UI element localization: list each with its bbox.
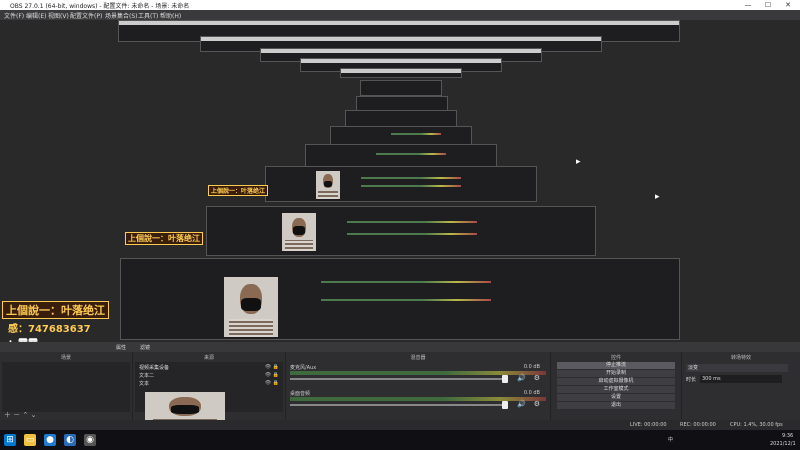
file-explorer-icon[interactable]: ▭ [24,434,36,446]
nested-webcam-13 [224,277,278,337]
speaker-icon[interactable]: 🔊 [517,374,526,382]
maximize-button[interactable]: ☐ [758,0,778,10]
input-language[interactable]: 中 [668,436,673,443]
menu-view[interactable]: 视图(V) [48,11,69,20]
settings-button[interactable]: 设置 [557,394,675,401]
rec-status: REC: 00:00:00 [680,422,716,428]
gear-icon[interactable]: ⚙ [534,400,540,408]
mixer-channel-desktop: 桌面音频 0.0 dB 🔊 ⚙ [290,390,546,416]
controls-title: 控件 [610,355,621,361]
channel-db: 0.0 dB [523,390,540,396]
stop-streaming-button[interactable]: 停止推流 [557,362,675,369]
transitions-dock: 转场特效 淡变 时长 300 ms [682,352,800,420]
move-down-icon[interactable]: ⌄ [31,411,37,419]
menu-help[interactable]: 帮助(H) [160,11,181,20]
mouse-cursor-2: ▸ [655,192,660,202]
speaker-icon[interactable]: 🔊 [517,400,526,408]
nested-window-5 [340,68,462,78]
channel-db: 0.0 dB [523,364,540,370]
source-visibility-icons[interactable]: 👁 🔒 [265,372,279,378]
live-status: LIVE: 00:00:00 [630,422,667,428]
channel-name: 麦克风/Aux [290,365,317,371]
nested-window-10 [305,144,497,168]
source-visibility-icons[interactable]: 👁 🔒 [265,364,279,370]
nested-window-12 [206,206,596,256]
obs-icon[interactable]: ◉ [84,434,96,446]
source-item-text[interactable]: 文本 [139,380,149,387]
mixer-channel-mic: 麦克风/Aux 0.0 dB 🔊 ⚙ [290,364,546,390]
overlay-line-1: 感：747683637 [8,324,91,335]
mixer-dock: 混音器 麦克风/Aux 0.0 dB 🔊 ⚙ 桌面音频 0.0 dB 🔊 ⚙ [286,352,551,420]
duration-input[interactable]: 300 ms [700,375,782,383]
volume-slider-handle[interactable] [502,375,508,383]
add-scene-icon[interactable]: ＋ [4,411,11,419]
transition-select[interactable]: 淡变 [686,364,788,372]
overlay-badge-small: 上個說一：叶落绝江 [208,185,269,196]
start-recording-button[interactable]: 开始录制 [557,370,675,377]
mixer-title: 混音器 [410,355,426,361]
duration-label: 时长 [686,377,697,383]
clock-date[interactable]: 2021/12/1 [770,441,796,447]
scenes-list[interactable] [2,362,130,412]
studio-mode-button[interactable]: 工作室模式 [557,386,675,393]
gear-icon[interactable]: ⚙ [534,374,540,382]
remove-scene-icon[interactable]: － [13,411,20,419]
preview-canvas[interactable]: 上個說一：叶落绝江 上個說一：叶落绝江 上個說一：叶落绝江 感：74768363… [0,20,800,353]
window-titlebar: OBS 27.0.1 (64-bit, windows) - 配置文件: 未命名… [0,0,800,10]
transitions-title: 转场特效 [730,355,751,361]
nested-window-9 [330,126,472,146]
menu-bar: 文件(F) 编辑(E) 视图(V) 配置文件(P) 场景集合(S) 工具(T) … [0,10,800,20]
volume-slider[interactable] [290,378,508,380]
app-icon[interactable]: ◐ [64,434,76,446]
status-bar: LIVE: 00:00:00 REC: 00:00:00 CPU: 1.4%, … [0,420,800,430]
nested-window-13 [120,258,680,340]
nested-webcam-11 [316,171,340,199]
sources-dock: 来源 视频采集设备 文本二 文本 👁 🔒 👁 🔒 👁 🔒 [133,352,286,430]
scene-toolbar: ＋ － ⌃ ⌄ [4,410,36,420]
nested-window-11 [265,166,537,202]
controls-dock: 控件 停止推流 开始录制 启动虚拟摄像机 工作室模式 设置 退出 [551,352,682,420]
scenes-dock: 场景 ＋ － ⌃ ⌄ [0,352,133,420]
menu-tools[interactable]: 工具(T) [138,11,158,20]
sources-title: 来源 [203,355,214,361]
start-virtual-camera-button[interactable]: 启动虚拟摄像机 [557,378,675,385]
overlay-badge-large: 上個說一：叶落绝江 [2,301,109,319]
clock-time[interactable]: 9:36 [782,433,793,439]
window-title: OBS 27.0.1 (64-bit, windows) - 配置文件: 未命名… [10,3,190,10]
volume-slider-handle[interactable] [502,401,508,409]
menu-profile[interactable]: 配置文件(P) [70,11,102,20]
cpu-status: CPU: 1.4%, 30.00 fps [730,422,783,428]
taskbar: ⊞ ▭ ● ◐ ◉ 中 9:36 2021/12/1 [0,430,800,450]
source-item-text-2[interactable]: 文本二 [139,372,154,379]
menu-scene-collection[interactable]: 场景集合(S) [105,11,138,20]
nested-window-6 [360,80,442,96]
menu-file[interactable]: 文件(F) [4,11,24,20]
mouse-cursor-1: ▸ [576,157,581,167]
browser-icon[interactable]: ● [44,434,56,446]
overlay-badge-medium: 上個說一：叶落绝江 [125,232,203,245]
channel-name: 桌面音频 [290,391,311,397]
windows-start-icon[interactable]: ⊞ [4,434,16,446]
close-button[interactable]: ✕ [778,0,798,10]
source-item-video-capture[interactable]: 视频采集设备 [139,364,169,371]
exit-button[interactable]: 退出 [557,402,675,409]
menu-edit[interactable]: 编辑(E) [26,11,46,20]
sources-list[interactable]: 视频采集设备 文本二 文本 👁 🔒 👁 🔒 👁 🔒 [135,362,283,430]
source-visibility-icons[interactable]: 👁 🔒 [265,380,279,386]
nested-webcam-12 [282,213,316,251]
volume-slider[interactable] [290,404,508,406]
properties-bar: 属性 滤镜 [0,342,800,352]
scenes-title: 场景 [60,355,71,361]
minimize-button[interactable]: — [738,0,758,10]
properties-button[interactable]: 属性 [116,344,126,351]
filters-button[interactable]: 滤镜 [140,344,150,351]
move-up-icon[interactable]: ⌃ [22,411,28,419]
